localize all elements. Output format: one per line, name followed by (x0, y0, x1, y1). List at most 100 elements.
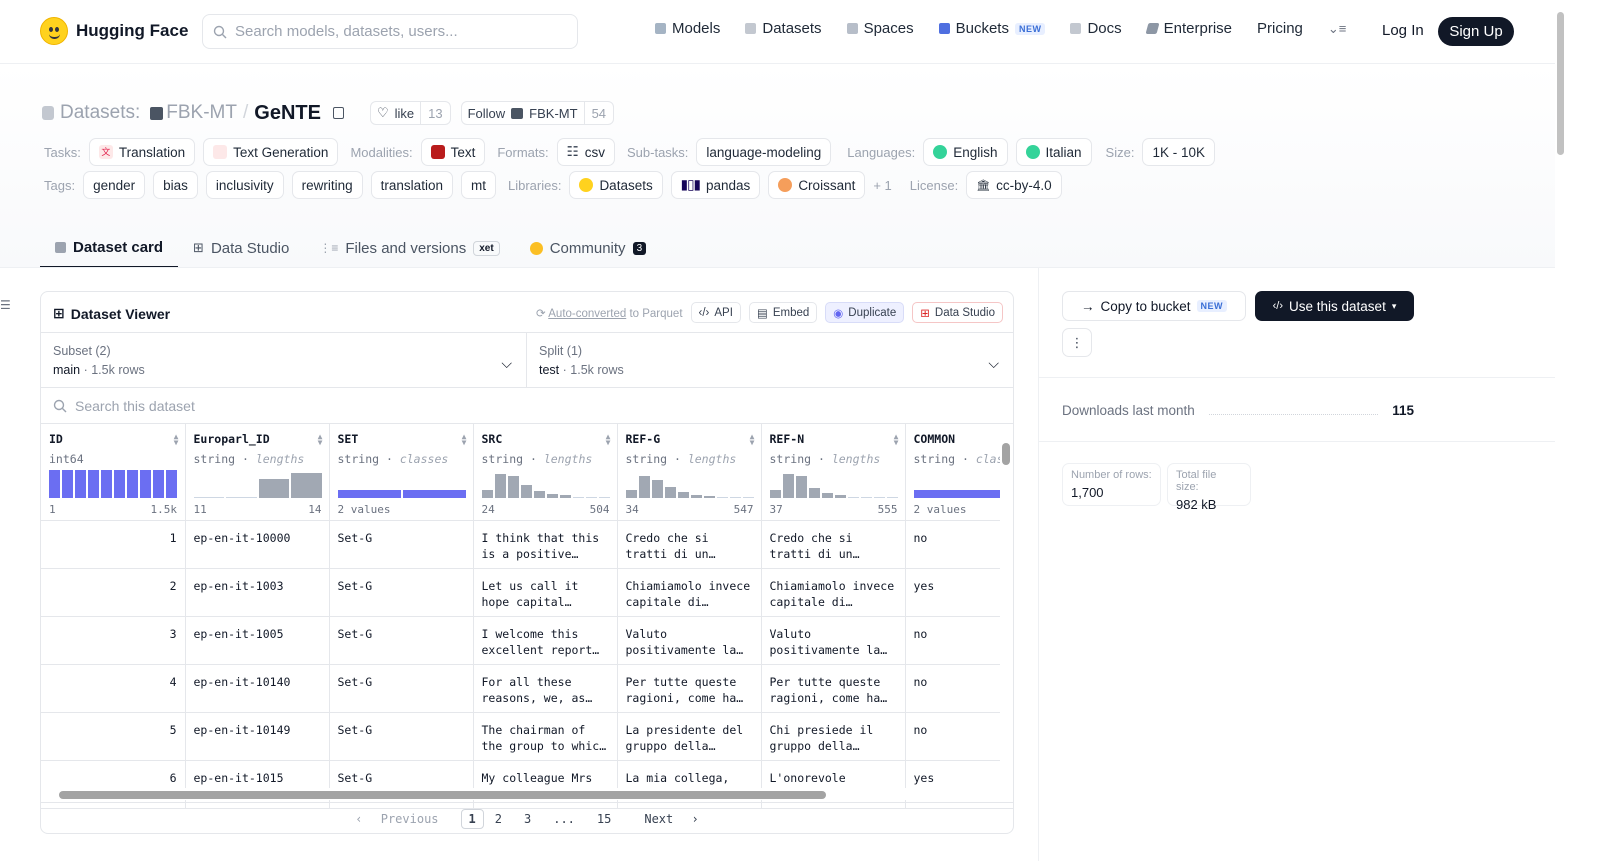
sort-icon[interactable]: ▲ ▼ (174, 433, 179, 447)
signup-button[interactable]: Sign Up (1438, 17, 1514, 46)
tab-dataset-card[interactable]: Dataset card (40, 228, 179, 268)
table-row[interactable]: 2 ep-en-it-1003 Set-G Let us call it hope c… (41, 568, 1013, 617)
tag-translation[interactable]: translation (370, 171, 453, 199)
column-header[interactable]: REF-G string · lengths ▲ ▼ 34 547 (617, 424, 762, 521)
follow-button[interactable]: Follow FBK-MT 54 (460, 101, 615, 125)
rows-stat: Number of rows: 1,700 (1062, 463, 1161, 506)
dataset-search-input[interactable]: Search this dataset (75, 398, 195, 414)
license-tag[interactable]: 🏛 cc-by-4.0 (966, 171, 1062, 199)
divider (1039, 441, 1555, 442)
page-scrollbar-thumb[interactable] (1557, 12, 1564, 155)
embed-button[interactable]: ▤ Embed (748, 302, 818, 323)
table-vertical-scrollbar[interactable] (1000, 424, 1013, 788)
table-horizontal-scrollbar-thumb[interactable] (59, 791, 826, 799)
nav-models[interactable]: Models (655, 20, 720, 37)
pagination-page[interactable]: 3 (513, 812, 542, 826)
spaces-icon (846, 23, 858, 34)
table-row[interactable]: 3 ep-en-it-1005 Set-G I welcome this excell… (41, 616, 1013, 665)
follow-count: 54 (583, 102, 613, 124)
subtask-language-modeling[interactable]: language-modeling (696, 138, 832, 166)
library-datasets[interactable]: Datasets (569, 171, 663, 199)
sort-icon[interactable]: ▲ ▼ (750, 433, 755, 447)
libraries-more[interactable]: + 1 (873, 178, 891, 193)
data-studio-button[interactable]: ⊞ Data Studio (912, 302, 1003, 323)
nav-spaces[interactable]: Spaces (846, 20, 914, 37)
column-header[interactable]: Europarl_ID string · lengths ▲ ▼ 11 14 (185, 424, 330, 521)
auto-converted-note: ⟳ Auto-converted to Parquet (536, 307, 683, 320)
viewer-title: ⊞ Dataset Viewer (53, 305, 171, 322)
dataset-icon (42, 106, 54, 120)
tag-mt[interactable]: mt (460, 171, 496, 199)
tab-data-studio[interactable]: ⊞ Data Studio (178, 228, 304, 268)
data-studio-icon: ⊞ (920, 307, 930, 320)
pagination-next[interactable]: Next › (622, 812, 709, 826)
copy-to-bucket-button[interactable]: → Copy to bucket NEW (1062, 291, 1246, 321)
pagination-page[interactable]: 1 (460, 808, 484, 829)
api-button[interactable]: ‹/› API (690, 302, 741, 323)
dataset-search[interactable]: Search this dataset (41, 388, 1013, 424)
chevron-down-icon: ⌵ (988, 355, 999, 371)
split-select[interactable]: Split (1) test · 1.5k rows ⌵ (527, 332, 1013, 388)
column-header[interactable]: ID int64 ▲ ▼ 1 1.5k (41, 424, 186, 521)
table-vertical-scrollbar-thumb[interactable] (1002, 443, 1010, 465)
language-italian[interactable]: Italian (1015, 138, 1092, 166)
more-options-button[interactable]: ⋮ (1062, 328, 1092, 357)
use-this-dataset-button[interactable]: ‹/› Use this dataset ▾ (1255, 291, 1414, 321)
size-tag[interactable]: 1K - 10K (1142, 138, 1215, 166)
column-header[interactable]: SET string · classes ▲ ▼ 2 values (329, 424, 474, 521)
table-row[interactable]: 5 ep-en-it-10149 Set-G The chairman of the … (41, 712, 1013, 761)
kebab-icon: ⋮ (1070, 334, 1084, 350)
task-translation[interactable]: 文 Translation (88, 138, 196, 166)
search-icon (213, 25, 227, 38)
brand-logo[interactable]: Hugging Face (40, 17, 188, 45)
login-link[interactable]: Log In (1382, 22, 1424, 39)
tab-community[interactable]: Community 3 (515, 228, 661, 268)
column-header[interactable]: SRC string · lengths ▲ ▼ 24 504 (473, 424, 618, 521)
format-csv[interactable]: ☷ csv (556, 138, 615, 166)
nav-docs[interactable]: Docs (1070, 20, 1122, 37)
subset-select[interactable]: Subset (2) main · 1.5k rows ⌵ (41, 332, 527, 388)
task-text-generation[interactable]: Text Generation (203, 138, 339, 166)
modality-text[interactable]: Text (420, 138, 486, 166)
pagination-page[interactable]: 2 (484, 812, 513, 826)
nav-buckets[interactable]: Buckets NEW (938, 20, 1046, 37)
top-nav: Hugging Face Search models, datasets, us… (0, 0, 1555, 64)
tag-gender[interactable]: gender (83, 171, 146, 199)
breadcrumb-org[interactable]: FBK-MT (166, 102, 237, 124)
nav-pricing[interactable]: Pricing (1257, 20, 1303, 37)
column-header[interactable]: REF-N string · lengths ▲ ▼ 37 555 (761, 424, 906, 521)
table-row[interactable]: 6 ep-en-it-1015 Set-G My colleague Mrs La mi… (41, 760, 1013, 809)
pagination-page[interactable]: 15 (586, 812, 622, 826)
global-search[interactable]: Search models, datasets, users... (202, 14, 578, 49)
table-row[interactable]: 4 ep-en-it-10140 Set-G For all these reason… (41, 664, 1013, 713)
table-row[interactable]: 1 ep-en-it-10000 Set-G I think that this is… (41, 520, 1013, 569)
copy-icon[interactable] (332, 107, 344, 119)
library-croissant[interactable]: Croissant (768, 171, 866, 199)
hugging-face-icon (40, 17, 68, 45)
tag-rewriting[interactable]: rewriting (291, 171, 363, 199)
language-english[interactable]: English (923, 138, 1008, 166)
pagination-ellipsis: ... (553, 811, 575, 826)
breadcrumb-separator: / (242, 102, 249, 123)
meta-row-1: Tasks: 文 Translation Text Generation Moda… (44, 138, 1223, 166)
nav-datasets[interactable]: Datasets (745, 20, 822, 37)
toc-toggle-icon[interactable]: ☰ (0, 298, 11, 312)
pagination-previous[interactable]: ‹ Previous (344, 812, 460, 826)
tag-inclusivity[interactable]: inclusivity (205, 171, 284, 199)
like-button[interactable]: ♡ like 13 (369, 101, 451, 125)
sort-icon[interactable]: ▲ ▼ (462, 433, 467, 447)
sort-icon[interactable]: ▲ ▼ (318, 433, 323, 447)
dataset-name[interactable]: GeNTE (254, 102, 321, 125)
nav-more-menu[interactable]: ⌄≡ (1328, 21, 1346, 37)
tab-files-and-versions[interactable]: ⋮≡ Files and versions xet (304, 228, 514, 268)
column-header[interactable]: COMMON string · clas 2 values (905, 424, 1013, 521)
sort-icon[interactable]: ▲ ▼ (606, 433, 611, 447)
sort-icon[interactable]: ▲ ▼ (894, 433, 899, 447)
tag-bias[interactable]: bias (153, 171, 198, 199)
duplicate-button[interactable]: ◉ Duplicate (825, 302, 905, 323)
nav-enterprise[interactable]: Enterprise (1145, 20, 1232, 37)
global-search-input[interactable]: Search models, datasets, users... (235, 23, 458, 40)
chevron-down-icon: ▾ (1391, 300, 1397, 311)
auto-converted-link[interactable]: Auto-converted (548, 308, 626, 320)
library-pandas[interactable]: ▮▯▮ pandas (670, 171, 761, 199)
